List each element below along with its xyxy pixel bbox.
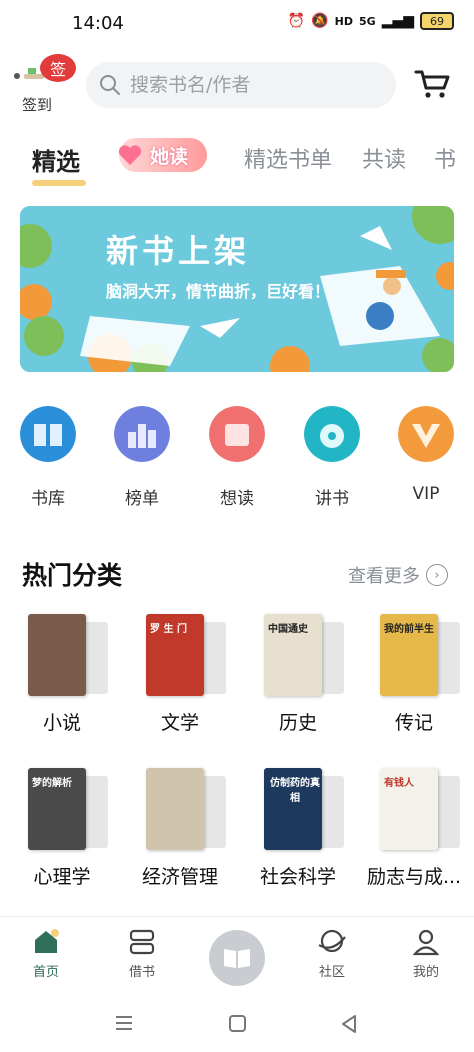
category-item[interactable]: 有钱人 励志与成... [364, 768, 464, 889]
category-item[interactable]: 梦的解析 心理学 [12, 768, 112, 889]
book-cover: 梦的解析 [28, 768, 86, 850]
book-cover: 罗 生 门 [146, 614, 204, 696]
status-icons: ⏰ 🔕 HD 5G ▂▄▆ 69 [288, 12, 454, 30]
quick-ranking-label: 榜单 [125, 489, 159, 509]
category-label: 励志与成... [366, 866, 462, 888]
signin-badge: 签 [40, 54, 76, 82]
signin-button[interactable]: 签 签到 [14, 52, 84, 114]
community-icon [318, 929, 346, 953]
book-cover: 我的前半生 [380, 614, 438, 696]
home-icon [35, 929, 59, 953]
tab-more[interactable]: 书 [434, 142, 456, 174]
category-item[interactable]: 我的前半生 传记 [364, 614, 464, 735]
signal-icon: ▂▄▆ [381, 13, 414, 29]
tab-coread[interactable]: 共读 [362, 142, 406, 174]
quick-audio-label: 讲书 [315, 489, 349, 509]
quick-vip-label: VIP [412, 484, 440, 504]
category-label: 传记 [394, 712, 433, 734]
nav-home[interactable]: 首页 [16, 927, 76, 980]
back-icon[interactable] [340, 1014, 360, 1034]
battery-icon: 69 [420, 12, 454, 30]
search-bar[interactable] [86, 62, 396, 108]
banner-subtitle: 脑洞大开，情节曲折，巨好看！ [106, 282, 331, 301]
status-bar: 14:04 ⏰ 🔕 HD 5G ▂▄▆ 69 [0, 0, 474, 40]
nav-borrow[interactable]: 借书 [112, 927, 172, 980]
library-icon [20, 406, 76, 462]
book-cover [146, 768, 204, 850]
tab-underline [32, 180, 86, 186]
vip-icon [398, 406, 454, 462]
quick-vip[interactable]: VIP [396, 406, 456, 504]
nav-community-label: 社区 [318, 965, 345, 980]
ranking-icon [114, 406, 170, 462]
hd-icon: HD [334, 14, 353, 28]
nav-profile-label: 我的 [412, 965, 439, 980]
read-button[interactable] [209, 930, 265, 986]
home-square-icon[interactable] [228, 1014, 248, 1034]
system-nav-bar [0, 1000, 474, 1052]
quick-wishlist[interactable]: 想读 [207, 406, 267, 509]
tab-featured[interactable]: 精选 [32, 142, 80, 177]
search-icon [100, 75, 120, 95]
tab-she-reads-label: 她读 [149, 145, 188, 168]
nav-home-label: 首页 [32, 965, 59, 980]
profile-icon [412, 929, 440, 956]
quick-ranking[interactable]: 榜单 [112, 406, 172, 509]
signin-label: 签到 [22, 96, 53, 114]
book-cover [28, 614, 86, 696]
menu-icon[interactable] [114, 1014, 134, 1032]
chevron-right-icon: › [426, 564, 448, 586]
promo-banner[interactable]: 新书上架 脑洞大开，情节曲折，巨好看！ [20, 206, 454, 372]
category-label: 心理学 [33, 866, 91, 888]
nav-community[interactable]: 社区 [302, 927, 362, 980]
tab-she-reads[interactable]: 她读 [118, 138, 207, 172]
see-more-label: 查看更多 [348, 566, 420, 587]
quick-library-label: 书库 [31, 489, 65, 509]
category-label: 历史 [278, 712, 317, 734]
wishlist-icon [209, 406, 265, 462]
category-label: 经济管理 [141, 866, 218, 888]
tab-booklists[interactable]: 精选书单 [244, 142, 332, 174]
network-icon: 5G [359, 14, 376, 28]
banner-title: 新书上架 [106, 232, 251, 270]
alarm-icon: ⏰ [287, 13, 306, 29]
category-label: 文学 [160, 712, 199, 734]
heart-icon [118, 145, 142, 165]
category-label: 小说 [42, 712, 81, 734]
category-tabs: 精选 她读 精选书单 共读 书 [0, 132, 474, 186]
category-item[interactable]: 小说 [12, 614, 112, 735]
quick-wishlist-label: 想读 [220, 489, 254, 509]
nav-profile[interactable]: 我的 [396, 927, 456, 980]
category-item[interactable]: 罗 生 门 文学 [130, 614, 230, 735]
nav-borrow-label: 借书 [128, 965, 155, 980]
category-item[interactable]: 仿制药的真相 社会科学 [248, 768, 348, 889]
cart-icon[interactable] [414, 68, 452, 100]
section-title: 热门分类 [22, 561, 123, 590]
see-more-link[interactable]: 查看更多 › [348, 562, 448, 588]
book-cover: 中国通史 [264, 614, 322, 696]
open-book-icon [224, 949, 250, 968]
quick-audio[interactable]: 讲书 [302, 406, 362, 509]
book-cover: 有钱人 [380, 768, 438, 850]
category-item[interactable]: 经济管理 [130, 768, 230, 889]
category-item[interactable]: 中国通史 历史 [248, 614, 348, 735]
category-label: 社会科学 [259, 866, 336, 888]
audio-icon [304, 406, 360, 462]
book-cover: 仿制药的真相 [264, 768, 322, 850]
borrow-icon [129, 929, 155, 955]
status-time: 14:04 [72, 13, 124, 34]
search-input[interactable] [130, 74, 370, 96]
mute-icon: 🔕 [311, 13, 329, 29]
quick-library[interactable]: 书库 [18, 406, 78, 509]
